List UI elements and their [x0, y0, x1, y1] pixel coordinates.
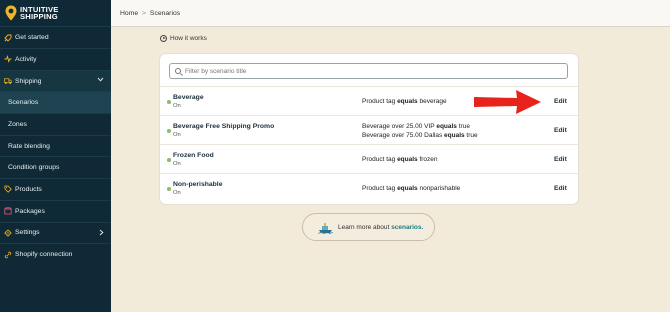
- brand-line2: SHIPPING: [20, 12, 58, 21]
- condition-value: beverage: [417, 98, 447, 105]
- sidebar-item-label: Condition groups: [8, 164, 60, 172]
- condition-value: true: [456, 123, 470, 130]
- condition-operator: equals: [444, 132, 465, 139]
- scenario-condition: Product tag equals nonparishable: [362, 185, 460, 192]
- filter-field[interactable]: [169, 63, 568, 79]
- breadcrumb-home[interactable]: Home: [120, 10, 138, 17]
- scenario-row[interactable]: Frozen Food On Product tag equals frozen…: [160, 144, 578, 173]
- scenarios-card: Beverage On Product tag equals beverage …: [160, 54, 578, 204]
- sidebar-item-settings[interactable]: Settings: [0, 221, 111, 244]
- sidebar-item-label: Rate blending: [8, 142, 50, 150]
- search-icon: [175, 68, 181, 74]
- sidebar-item-label: Scenarios: [8, 99, 39, 107]
- activity-icon: [4, 55, 12, 64]
- edit-button[interactable]: Edit: [554, 127, 567, 134]
- how-it-works-link[interactable]: How it works: [160, 35, 207, 42]
- condition-operator: equals: [397, 156, 418, 163]
- chevron-down-icon: [97, 77, 104, 84]
- status-dot: [167, 129, 171, 133]
- rocket-icon: [4, 34, 12, 42]
- edit-button[interactable]: Edit: [554, 98, 567, 105]
- filter-input[interactable]: [185, 67, 545, 75]
- condition-subject: Beverage over 25.00 VIP: [362, 123, 437, 130]
- brand-name: INTUITIVE SHIPPING: [20, 5, 59, 21]
- scenario-status: On: [173, 132, 181, 138]
- condition-value: frozen: [417, 156, 438, 163]
- learn-more-text: Learn more about scenarios.: [338, 224, 423, 231]
- sidebar-nav: Get started Activity Shipping Scenarios …: [0, 26, 111, 265]
- sidebar: INTUITIVE SHIPPING Get started Activity …: [0, 0, 111, 312]
- scenario-title: Frozen Food: [173, 152, 214, 159]
- sidebar-item-label: Shipping: [15, 77, 42, 85]
- annotation-arrow-icon: [474, 90, 541, 114]
- condition-subject: Beverage over 75.00 Dallas: [362, 132, 445, 139]
- sidebar-item-label: Products: [15, 185, 42, 193]
- chevron-right-icon: [99, 229, 104, 238]
- sidebar-item-get-started[interactable]: Get started: [0, 26, 111, 48]
- sidebar-item-scenarios[interactable]: Scenarios: [0, 91, 111, 114]
- scenario-title: Beverage Free Shipping Promo: [173, 123, 275, 130]
- top-bar: Home > Scenarios: [111, 0, 670, 27]
- sidebar-item-label: Shopify connection: [15, 251, 73, 259]
- ship-illustration-icon: [318, 222, 333, 234]
- status-dot: [167, 187, 171, 191]
- sidebar-item-label: Zones: [8, 120, 27, 128]
- edit-button[interactable]: Edit: [554, 185, 567, 192]
- status-dot: [167, 100, 171, 104]
- tag-icon: [4, 185, 12, 194]
- scenario-title: Non-perishable: [173, 181, 223, 188]
- condition-subject: Product tag: [362, 98, 398, 105]
- scenario-title: Beverage: [173, 94, 204, 101]
- sidebar-item-label: Get started: [15, 34, 49, 41]
- scenario-row[interactable]: Non-perishable On Product tag equals non…: [160, 173, 578, 202]
- scenario-condition: Product tag equals beverage: [362, 98, 447, 105]
- condition-operator: equals: [436, 123, 457, 130]
- condition-subject: Product tag: [362, 156, 398, 163]
- breadcrumb-current: Scenarios: [149, 9, 181, 17]
- brand-logo[interactable]: INTUITIVE SHIPPING: [0, 0, 111, 26]
- breadcrumb-separator: >: [142, 9, 147, 17]
- breadcrumb: Home > Scenarios: [120, 10, 180, 17]
- status-dot: [167, 158, 171, 162]
- link-icon: [4, 251, 12, 259]
- sidebar-item-products[interactable]: Products: [0, 178, 111, 200]
- package-icon: [4, 207, 12, 215]
- edit-button[interactable]: Edit: [554, 156, 567, 163]
- scenario-status: On: [173, 190, 181, 196]
- sidebar-item-label: Packages: [15, 207, 45, 215]
- condition-operator: equals: [397, 185, 418, 192]
- condition-value: true: [464, 132, 478, 139]
- sidebar-item-activity[interactable]: Activity: [0, 48, 111, 70]
- sidebar-item-packages[interactable]: Packages: [0, 199, 111, 222]
- scenarios-link[interactable]: scenarios.: [391, 224, 423, 231]
- scenario-row[interactable]: Beverage Free Shipping Promo On Beverage…: [160, 115, 578, 144]
- sidebar-item-shipping[interactable]: Shipping: [0, 69, 111, 92]
- truck-icon: [4, 77, 12, 85]
- sidebar-item-label: Settings: [15, 229, 40, 237]
- sidebar-item-shopify-connection[interactable]: Shopify connection: [0, 243, 111, 265]
- learn-more-banner[interactable]: Learn more about scenarios.: [302, 213, 435, 241]
- sidebar-item-label: Activity: [15, 55, 37, 63]
- scenario-condition: Product tag equals frozen: [362, 156, 438, 163]
- condition-subject: Product tag: [362, 185, 398, 192]
- scenario-condition: Beverage over 25.00 VIP equals true: [362, 123, 470, 130]
- scenario-status: On: [173, 161, 181, 167]
- sidebar-item-condition-groups[interactable]: Condition groups: [0, 156, 111, 178]
- learn-more-label: Learn more about: [338, 223, 392, 231]
- gear-icon: [4, 229, 12, 237]
- play-icon: [160, 35, 167, 42]
- scenario-status: On: [173, 103, 181, 109]
- how-it-works-label: How it works: [170, 35, 207, 42]
- sidebar-item-zones[interactable]: Zones: [0, 113, 111, 135]
- map-pin-icon: [5, 5, 17, 21]
- sidebar-item-rate-blending[interactable]: Rate blending: [0, 134, 111, 157]
- condition-operator: equals: [397, 98, 418, 105]
- scenario-condition: Beverage over 75.00 Dallas equals true: [362, 132, 478, 139]
- condition-value: nonparishable: [417, 185, 461, 192]
